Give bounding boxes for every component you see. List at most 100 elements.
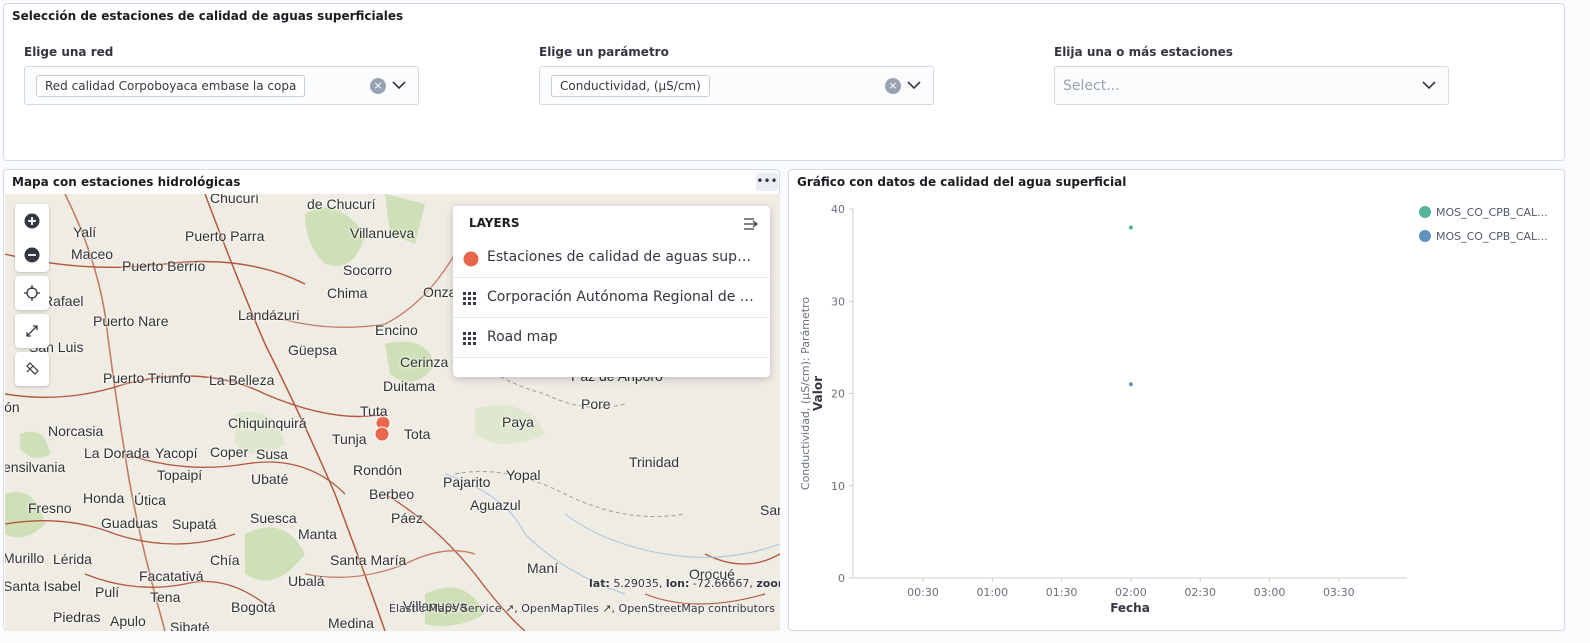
legend-swatch [1419, 230, 1431, 242]
map-place-label: Puerto Nare [93, 313, 169, 329]
y-tick-label: 0 [838, 572, 845, 585]
scatter-chart: 0 10 20 30 40 00:30 01:00 01:30 02:00 02:30 03:00 0… [799, 203, 1548, 615]
y-axis-title: Valor [811, 376, 825, 411]
map-place-label: Chía [210, 552, 240, 568]
map-place-label: Trinidad [629, 454, 680, 470]
layer-item-road-map[interactable]: Road map [453, 318, 770, 358]
map-place-label: Duitama [383, 378, 436, 394]
x-tick-label: 03:30 [1323, 586, 1355, 599]
wrench-icon [26, 362, 39, 375]
map-place-label: Santa Isabel [5, 578, 81, 594]
map-place-label: Páez [391, 510, 423, 526]
map-place-label: ión [5, 399, 20, 415]
map-place-label: Guaduas [101, 515, 158, 531]
y-tick-label: 30 [831, 295, 845, 308]
map-place-label: Puerto Parra [185, 228, 265, 244]
map-place-label: Tunja [332, 431, 367, 447]
plus-icon [24, 213, 40, 229]
map-place-label: Piedras [53, 609, 101, 625]
map-place-label: Murillo [5, 550, 45, 566]
selection-panel-title: Selección de estaciones de calidad de ag… [12, 9, 404, 23]
map-place-label: Yacopí [155, 445, 198, 461]
map-place-label: Manta [298, 526, 337, 542]
map-place-label: Socorro [343, 262, 393, 278]
map-place-label: Maceo [71, 246, 114, 262]
map-panel-title: Mapa con estaciones hidrológicas [12, 175, 241, 189]
map-place-label: Santa María [330, 552, 407, 568]
lon-label: lon: [665, 577, 690, 590]
attribution-link[interactable]: OpenStreetMap contributors [619, 602, 775, 615]
map-place-label: Lérida [53, 551, 92, 567]
red-select[interactable]: Red calidad Corpoboyaca embase la copa × [24, 66, 419, 105]
chevron-down-icon[interactable] [391, 76, 407, 94]
layer-name: Corporación Autónoma Regional de Cu... [487, 289, 757, 305]
map-place-label: Topaipí [157, 467, 203, 483]
chevron-down-icon[interactable] [1421, 76, 1437, 94]
map-place-label: Landázuri [238, 307, 300, 323]
map-place-label: Chucurí [210, 194, 260, 206]
minus-icon[interactable] [24, 247, 40, 263]
locate-button[interactable] [15, 276, 49, 310]
map-canvas[interactable]: Chucurí de Chucurí Yalí Puerto Parra Villanu… [5, 194, 780, 631]
grid-icon [463, 292, 476, 305]
chevron-down-icon[interactable] [906, 76, 922, 94]
map-place-label: Bogotá [231, 599, 276, 615]
map-place-label: Maní [527, 560, 559, 576]
layers-title: LAYERS [469, 216, 520, 230]
y-tick-label: 10 [831, 480, 845, 493]
layers-panel: LAYERS Estaciones de calidad de aguas su… [453, 206, 770, 377]
y-tick-label: 40 [831, 203, 845, 216]
map-place-label: San [760, 502, 780, 518]
parametro-label: Elige un parámetro [539, 45, 669, 59]
x-axis-title: Fecha [1110, 601, 1150, 615]
attribution-link[interactable]: OpenMapTiles [521, 602, 599, 615]
layer-name: Road map [487, 329, 558, 345]
map-place-label: Villanueva [350, 225, 415, 241]
map-place-label: Pore [581, 396, 611, 412]
parametro-selected-pill: Conductividad, (µS/cm) [551, 75, 710, 97]
fullscreen-button[interactable] [15, 314, 49, 348]
map-place-label: Pulí [95, 584, 120, 600]
clear-red-icon[interactable]: × [370, 78, 386, 94]
map-place-label: Tota [404, 426, 431, 442]
map-place-label: Pajarito [443, 474, 491, 490]
panel-options-icon[interactable]: ••• [756, 173, 778, 191]
expand-icon [26, 325, 38, 337]
map-place-label: Paya [502, 414, 534, 430]
map-place-label: Norcasia [48, 423, 104, 439]
grid-icon [463, 332, 476, 345]
map-place-label: de Chucurí [307, 196, 376, 212]
station-marker [374, 426, 390, 442]
red-selected-pill: Red calidad Corpoboyaca embase la copa [36, 75, 306, 97]
layer-item-corporacion[interactable]: Corporación Autónoma Regional de Cu... [453, 278, 770, 318]
map-place-label: Honda [83, 490, 125, 506]
selection-panel: Selección de estaciones de calidad de ag… [3, 3, 1565, 161]
zoom-label: zoom: [756, 577, 780, 590]
x-tick-label: 00:30 [907, 586, 939, 599]
clear-parametro-icon[interactable]: × [885, 78, 901, 94]
map-place-label: La Belleza [209, 372, 275, 388]
map-place-label: Chiquinquirá [228, 415, 307, 431]
map-place-label: Chima [327, 285, 368, 301]
map-place-label: Rondón [353, 462, 403, 478]
collapse-layers-icon[interactable] [743, 216, 759, 232]
zoom-in-button[interactable] [15, 204, 49, 272]
x-tick-label: 01:00 [976, 586, 1008, 599]
legend-label: MOS_CO_CPB_CAL... [1436, 206, 1548, 219]
map-place-label: Yopal [506, 467, 541, 483]
estaciones-select[interactable]: Select... [1054, 66, 1449, 105]
attribution-link[interactable]: Elastic Maps Service [389, 602, 502, 615]
chart-panel-title: Gráfico con datos de calidad del agua su… [797, 175, 1127, 189]
parametro-select[interactable]: Conductividad, (µS/cm) × [539, 66, 934, 105]
lat-value: 5.29035 [613, 577, 659, 590]
measure-button[interactable] [15, 352, 49, 386]
circle-dot-icon [463, 251, 479, 267]
map-place-label: Tuta [360, 403, 388, 419]
x-tick-label: 01:30 [1046, 586, 1078, 599]
chart-panel: Gráfico con datos de calidad del agua su… [788, 169, 1565, 631]
map-place-label: Yalí [73, 224, 97, 240]
x-tick-label: 02:30 [1184, 586, 1216, 599]
map-place-label: Medina [328, 615, 374, 631]
map-place-label: Apulo [110, 613, 146, 629]
layer-item-estaciones[interactable]: Estaciones de calidad de aguas superfi..… [453, 238, 770, 278]
